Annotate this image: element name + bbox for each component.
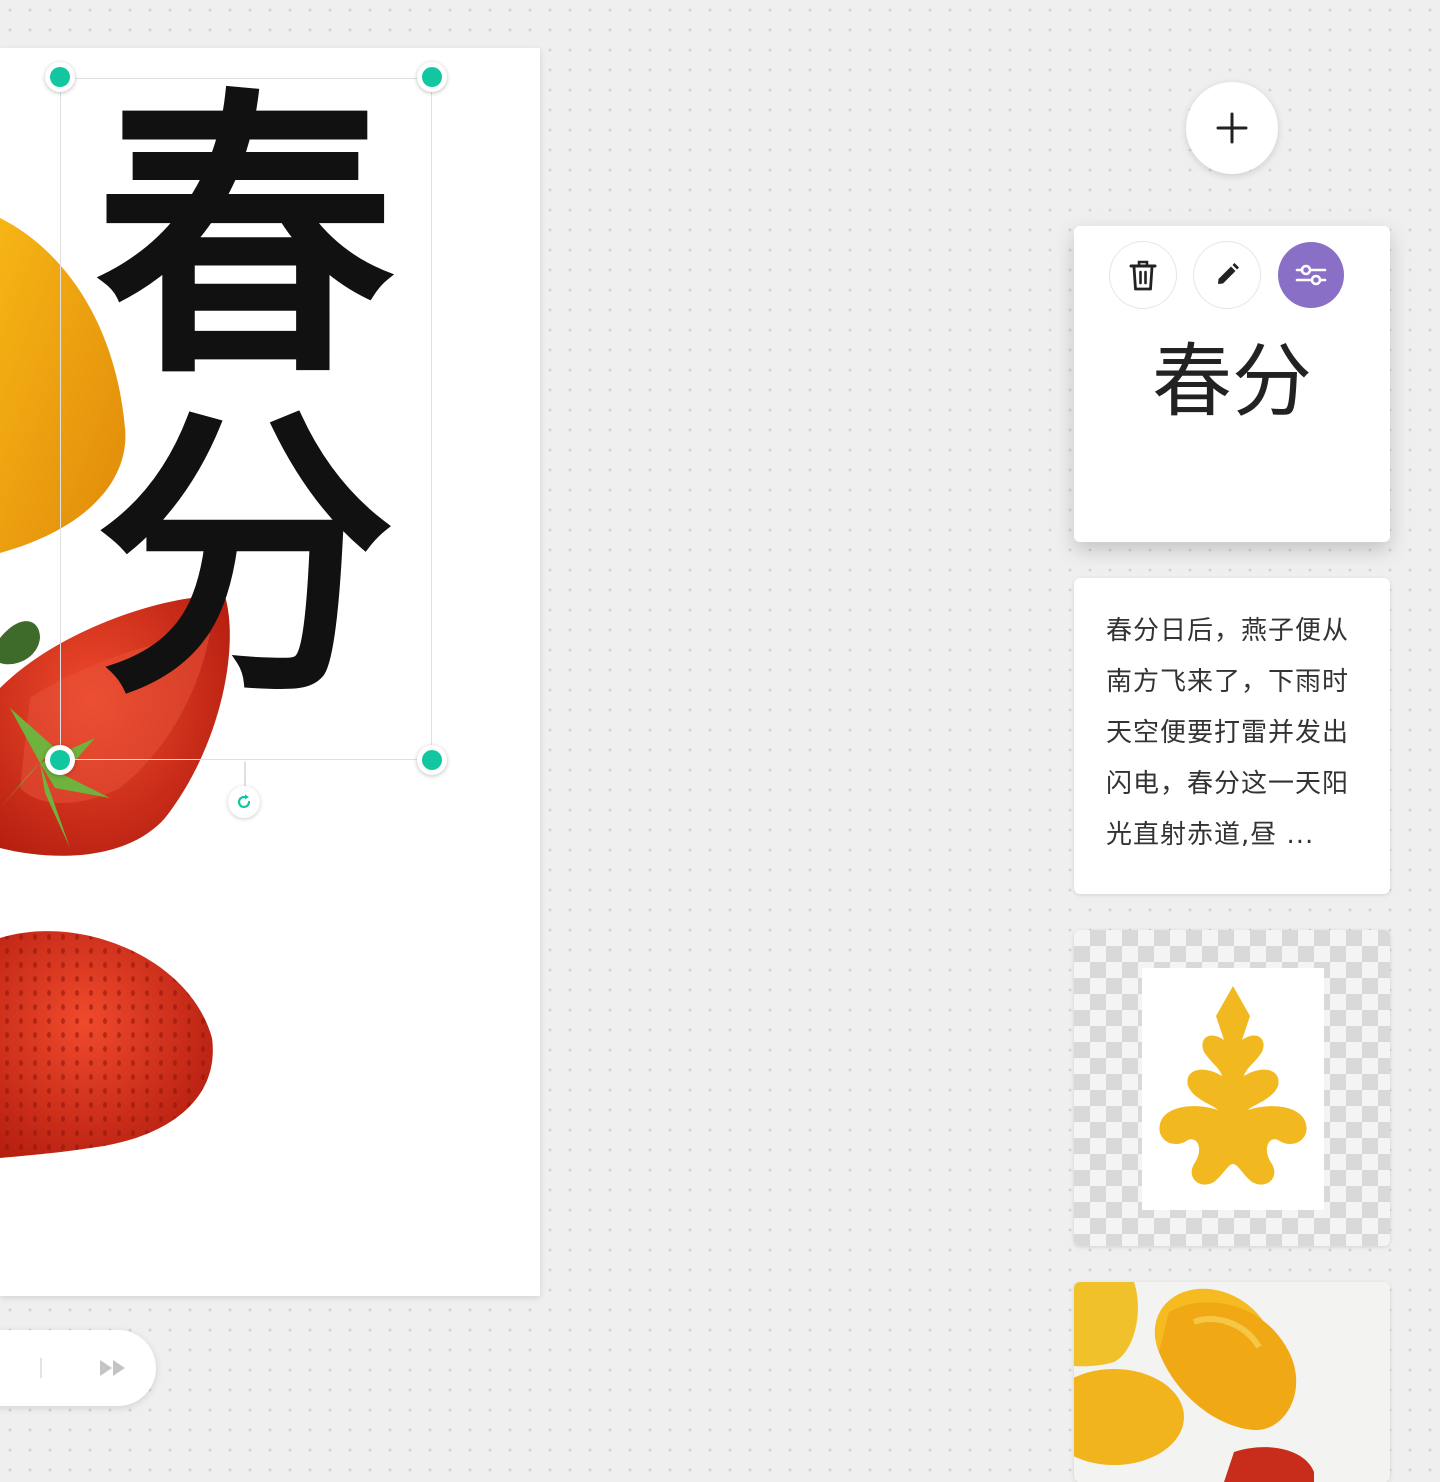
- mango-image-card[interactable]: [1074, 1282, 1390, 1482]
- leaf-image-frame: [1142, 968, 1324, 1210]
- resize-handle-top-right[interactable]: [417, 62, 447, 92]
- plus-icon: [1216, 112, 1248, 144]
- text-card-paragraph: 春分日后，燕子便从南方飞来了，下雨时天空便要打雷并发出闪电，春分这一天阳光直射赤…: [1106, 616, 1350, 850]
- canvas-title[interactable]: 春 分: [60, 78, 430, 718]
- player-divider: [40, 1358, 42, 1378]
- playback-bar: [0, 1330, 156, 1406]
- title-char-2: 分: [95, 381, 395, 734]
- rotate-stem: [244, 762, 246, 788]
- adjust-button[interactable]: [1278, 242, 1344, 308]
- mango-photo: [1074, 1282, 1390, 1482]
- edit-button[interactable]: [1194, 242, 1260, 308]
- text-card[interactable]: 春分日后，燕子便从南方飞来了，下雨时天空便要打雷并发出闪电，春分这一天阳光直射赤…: [1074, 578, 1390, 894]
- leaf-image: [1159, 986, 1307, 1185]
- trash-icon: [1129, 260, 1157, 291]
- rotate-handle[interactable]: [228, 786, 260, 818]
- resize-handle-bottom-left[interactable]: [45, 745, 75, 775]
- resize-handle-top-left[interactable]: [45, 62, 75, 92]
- add-button[interactable]: [1186, 82, 1278, 174]
- fast-forward-icon[interactable]: [96, 1356, 132, 1380]
- title-card-text: 春分: [1152, 335, 1312, 428]
- leaf-image-card[interactable]: [1074, 930, 1390, 1246]
- pencil-icon: [1218, 263, 1239, 284]
- title-card[interactable]: 春分: [1074, 226, 1390, 542]
- resize-handle-bottom-right[interactable]: [417, 745, 447, 775]
- title-char-1: 春: [95, 61, 395, 414]
- sliders-icon: [1295, 264, 1327, 286]
- delete-button[interactable]: [1110, 242, 1176, 308]
- rotate-icon: [237, 794, 251, 809]
- card-toolbar: [1110, 242, 1344, 308]
- canvas-page[interactable]: 春 分: [0, 48, 540, 1296]
